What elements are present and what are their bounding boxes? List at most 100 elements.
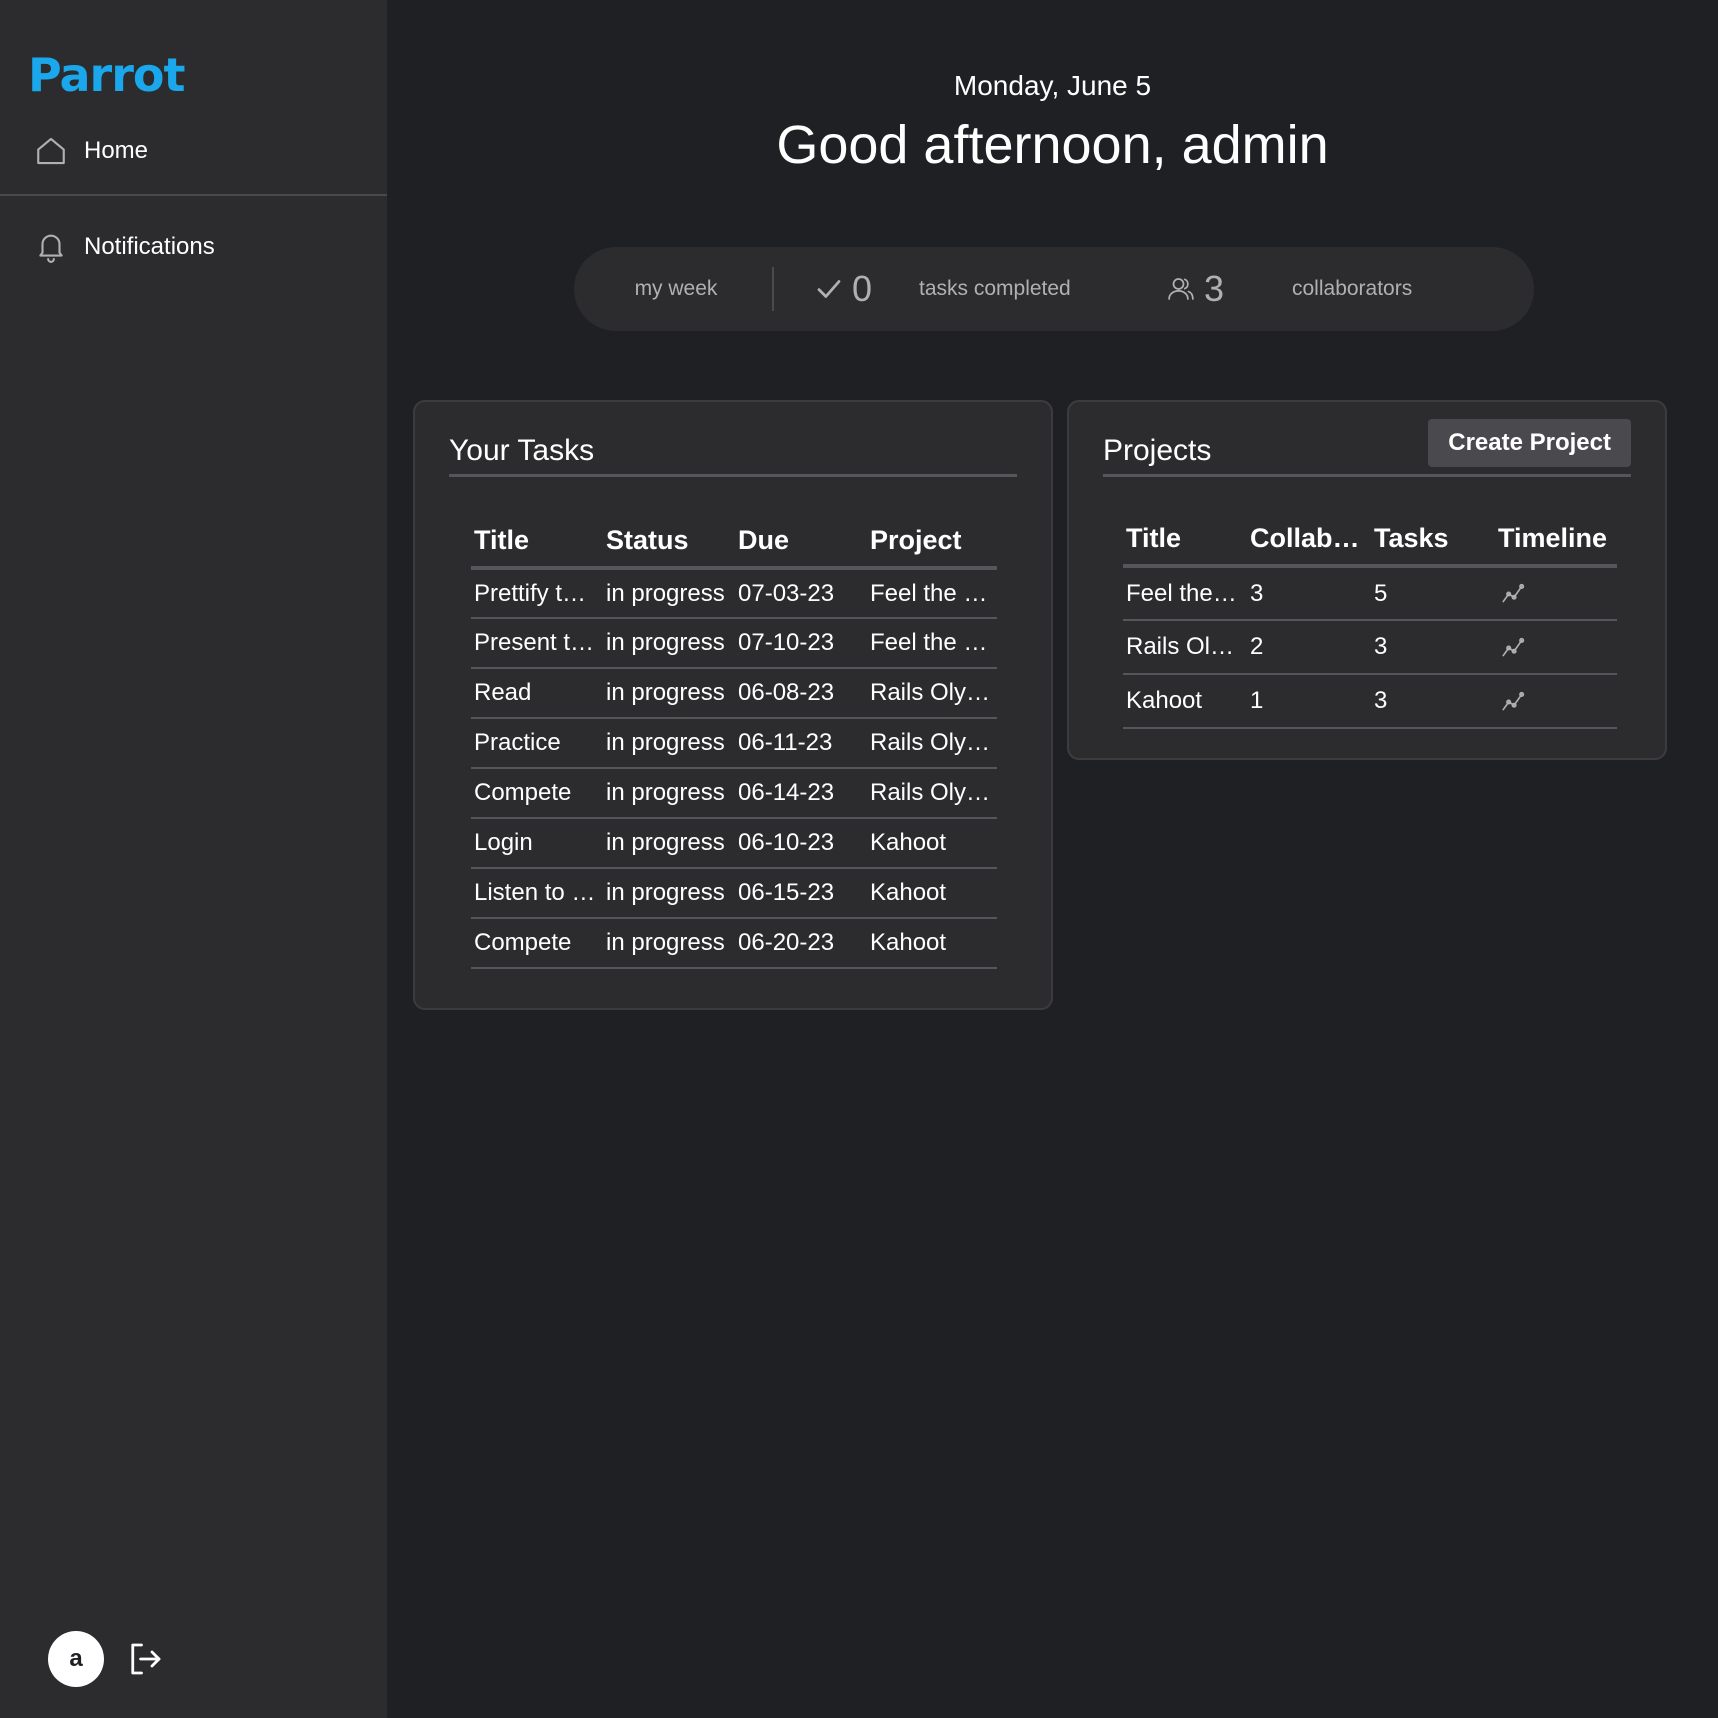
date-label: Monday, June 5	[953, 70, 1152, 101]
collaborators-stat: 3	[1166, 247, 1224, 331]
project-collaborators: 2	[1247, 620, 1371, 675]
task-status: in progress	[603, 618, 735, 669]
column-header-project[interactable]: Project	[867, 514, 997, 570]
nav-item-home[interactable]: Home	[34, 134, 148, 168]
table-row[interactable]: Login in progress 06-10-23 Kahoot	[471, 818, 997, 869]
task-title[interactable]: Compete	[471, 768, 603, 819]
task-status: in progress	[603, 668, 735, 719]
project-collaborators: 1	[1247, 674, 1371, 729]
table-row[interactable]: Compete in progress 06-20-23 Kahoot	[471, 918, 997, 969]
task-status: in progress	[603, 818, 735, 869]
project-timeline[interactable]	[1495, 674, 1617, 729]
line-chart-icon[interactable]	[1500, 635, 1526, 661]
task-due: 06-14-23	[735, 768, 867, 819]
task-due: 06-15-23	[735, 868, 867, 919]
task-due: 07-10-23	[735, 618, 867, 669]
project-tasks: 3	[1371, 674, 1495, 729]
column-header-timeline[interactable]: Timeline	[1495, 512, 1617, 568]
table-row[interactable]: Prettify t… in progress 07-03-23 Feel th…	[471, 568, 997, 619]
task-due: 06-08-23	[735, 668, 867, 719]
task-status: in progress	[603, 768, 735, 819]
tasks-title-rule	[449, 474, 1017, 477]
sidebar: Parrot Home Notifications a	[0, 0, 387, 1718]
tasks-table: Title Status Due Project Prettify t… in …	[471, 514, 997, 969]
nav-notifications-label: Notifications	[84, 233, 215, 260]
task-status: in progress	[603, 868, 735, 919]
stats-divider	[772, 267, 774, 311]
task-status: in progress	[603, 718, 735, 769]
nav-home-label: Home	[84, 137, 149, 164]
project-title[interactable]: Kahoot	[1123, 674, 1247, 729]
table-row[interactable]: Feel the… 3 5	[1123, 566, 1617, 621]
task-title[interactable]: Listen to …	[471, 868, 603, 919]
task-title[interactable]: Prettify t…	[471, 568, 603, 619]
projects-header-row: Title Collab… Tasks Timeline	[1123, 512, 1617, 568]
table-row[interactable]: Kahoot 1 3	[1123, 674, 1617, 729]
tasks-card: Your Tasks Title Status Due Project Pret…	[413, 400, 1053, 1010]
table-row[interactable]: Rails Ol… 2 3	[1123, 620, 1617, 675]
projects-title-rule	[1103, 474, 1631, 477]
column-header-status[interactable]: Status	[603, 514, 735, 570]
logo-text: Parrot	[28, 48, 185, 102]
parrot-logo[interactable]: Parrot	[28, 40, 185, 102]
project-title[interactable]: Feel the…	[1123, 566, 1247, 621]
column-header-tasks[interactable]: Tasks	[1371, 512, 1495, 568]
avatar[interactable]: a	[48, 1631, 104, 1687]
avatar-initial: a	[69, 1645, 83, 1672]
task-project[interactable]: Kahoot	[867, 868, 997, 919]
task-project[interactable]: Feel the …	[867, 618, 997, 669]
task-title[interactable]: Login	[471, 818, 603, 869]
task-status: in progress	[603, 568, 735, 619]
table-row[interactable]: Compete in progress 06-14-23 Rails Oly…	[471, 768, 997, 819]
project-tasks: 5	[1371, 566, 1495, 621]
table-row[interactable]: Listen to … in progress 06-15-23 Kahoot	[471, 868, 997, 919]
task-project[interactable]: Rails Oly…	[867, 768, 997, 819]
weekly-stats-bar: my week 0 tasks completed 3 collaborator…	[574, 247, 1534, 331]
column-header-title[interactable]: Title	[1123, 512, 1247, 568]
task-status: in progress	[603, 918, 735, 969]
projects-table: Title Collab… Tasks Timeline Feel the… 3…	[1123, 512, 1617, 729]
table-row[interactable]: Practice in progress 06-11-23 Rails Oly…	[471, 718, 997, 769]
nav-item-notifications[interactable]: Notifications	[34, 230, 215, 264]
project-timeline[interactable]	[1495, 620, 1617, 675]
task-project[interactable]: Kahoot	[867, 918, 997, 969]
task-project[interactable]: Rails Oly…	[867, 668, 997, 719]
table-row[interactable]: Read in progress 06-08-23 Rails Oly…	[471, 668, 997, 719]
greeting-heading: Good afternoon, admin	[776, 115, 1329, 175]
home-icon	[37, 137, 65, 165]
create-project-button[interactable]: Create Project	[1428, 419, 1631, 467]
projects-card-title: Projects	[1103, 434, 1212, 467]
task-due: 06-11-23	[735, 718, 867, 769]
project-tasks: 3	[1371, 620, 1495, 675]
task-title[interactable]: Present t…	[471, 618, 603, 669]
column-header-collaborators[interactable]: Collab…	[1247, 512, 1371, 568]
task-title[interactable]: Compete	[471, 918, 603, 969]
period-label: my week	[634, 277, 718, 300]
table-row[interactable]: Present t… in progress 07-10-23 Feel the…	[471, 618, 997, 669]
task-project[interactable]: Feel the …	[867, 568, 997, 619]
main-content: Monday, June 5 Good afternoon, admin my …	[387, 0, 1718, 1718]
column-header-title[interactable]: Title	[471, 514, 603, 570]
line-chart-icon[interactable]	[1500, 689, 1526, 715]
line-chart-icon[interactable]	[1500, 581, 1526, 607]
project-collaborators: 3	[1247, 566, 1371, 621]
checkmark-icon	[817, 280, 841, 298]
column-header-due[interactable]: Due	[735, 514, 867, 570]
task-project[interactable]: Rails Oly…	[867, 718, 997, 769]
tasks-header-row: Title Status Due Project	[471, 514, 997, 570]
project-title[interactable]: Rails Ol…	[1123, 620, 1247, 675]
tasks-completed-label: tasks completed	[919, 277, 1071, 300]
task-title[interactable]: Read	[471, 668, 603, 719]
task-title[interactable]: Practice	[471, 718, 603, 769]
task-project[interactable]: Kahoot	[867, 818, 997, 869]
task-due: 07-03-23	[735, 568, 867, 619]
tasks-completed-stat: 0	[814, 247, 872, 331]
project-timeline[interactable]	[1495, 566, 1617, 621]
task-due: 06-10-23	[735, 818, 867, 869]
tasks-card-title: Your Tasks	[449, 434, 595, 467]
collaborators-count: 3	[1204, 268, 1225, 309]
users-icon	[1168, 278, 1194, 300]
nav-divider	[0, 194, 387, 196]
tasks-completed-count: 0	[852, 268, 873, 309]
logout-icon[interactable]	[124, 1638, 166, 1680]
